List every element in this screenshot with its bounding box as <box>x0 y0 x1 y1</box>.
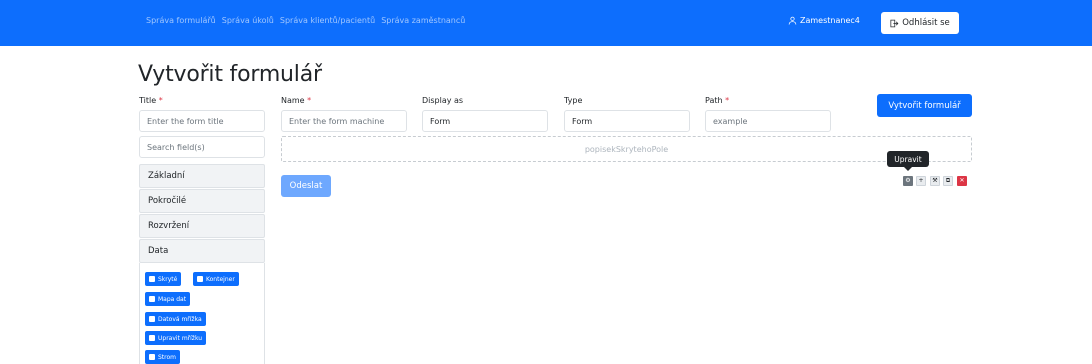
component-data-grid[interactable]: Datová mřížka <box>145 312 206 326</box>
edit-tooltip: Upravit <box>887 151 929 167</box>
logout-label: Odhlásit se <box>902 18 950 28</box>
wrench-icon[interactable]: ⚒ <box>930 176 940 186</box>
page-title: Vytvořit formulář <box>138 62 322 87</box>
navbar: Správa formulářů Správa úkolů Správa kli… <box>0 0 1092 46</box>
component-data-map[interactable]: Mapa dat <box>145 292 191 306</box>
type-label: Type <box>564 96 583 105</box>
component-edit-grid[interactable]: Upravit mřížku <box>145 331 207 345</box>
tooltip-arrow <box>904 167 912 171</box>
list-icon <box>149 296 155 302</box>
component-tree[interactable]: Strom <box>145 350 181 364</box>
nav-link-tasks[interactable]: Správa úkolů <box>222 16 274 25</box>
move-icon[interactable]: + <box>916 176 926 186</box>
person-icon <box>788 16 797 25</box>
group-layout[interactable]: Rozvržení <box>139 214 265 238</box>
component-hidden[interactable]: Skryté <box>145 272 182 286</box>
group-advanced[interactable]: Pokročilé <box>139 189 265 213</box>
type-select[interactable]: Form <box>564 110 690 132</box>
title-input[interactable]: Enter the form title <box>139 110 265 132</box>
nav-link-clients[interactable]: Správa klientů/pacientů <box>280 16 375 25</box>
nav-user-name: Zamestnanec4 <box>800 16 860 25</box>
user-secret-icon <box>149 276 155 282</box>
copy-icon[interactable]: ⧉ <box>943 176 953 186</box>
name-input[interactable]: Enter the form machine <box>281 110 407 132</box>
folder-icon <box>197 276 203 282</box>
remove-icon[interactable]: ✕ <box>957 176 967 186</box>
component-container[interactable]: Kontejner <box>193 272 239 286</box>
search-fields-input[interactable]: Search field(s) <box>139 136 265 158</box>
display-as-label: Display as <box>422 96 464 105</box>
group-data[interactable]: Data <box>139 239 265 263</box>
logout-button[interactable]: Odhlásit se <box>881 12 959 34</box>
logout-icon <box>890 19 899 27</box>
nav-links: Správa formulářů Správa úkolů Správa kli… <box>146 16 465 25</box>
grid-icon <box>149 316 155 322</box>
nav-user[interactable]: Zamestnanec4 <box>788 16 860 25</box>
create-form-button[interactable]: Vytvořit formulář <box>877 94 972 117</box>
nav-link-employees[interactable]: Správa zaměstnanců <box>381 16 465 25</box>
display-as-select[interactable]: Form <box>422 110 548 132</box>
hidden-field-component[interactable]: popisekSkrytehoPole <box>281 136 972 162</box>
tasks-icon <box>149 335 155 341</box>
indent-icon <box>149 354 155 360</box>
path-input[interactable]: example <box>705 110 831 132</box>
title-label: Title * <box>139 96 163 105</box>
name-label: Name * <box>281 96 312 105</box>
nav-link-forms[interactable]: Správa formulářů <box>146 16 216 25</box>
data-components-panel: Skryté Kontejner Mapa dat Datová mřížka … <box>139 263 265 364</box>
group-basic[interactable]: Základní <box>139 164 265 188</box>
gear-icon[interactable]: ⚙ <box>903 176 913 186</box>
submit-button[interactable]: Odeslat <box>281 175 331 197</box>
path-label: Path * <box>705 96 730 105</box>
